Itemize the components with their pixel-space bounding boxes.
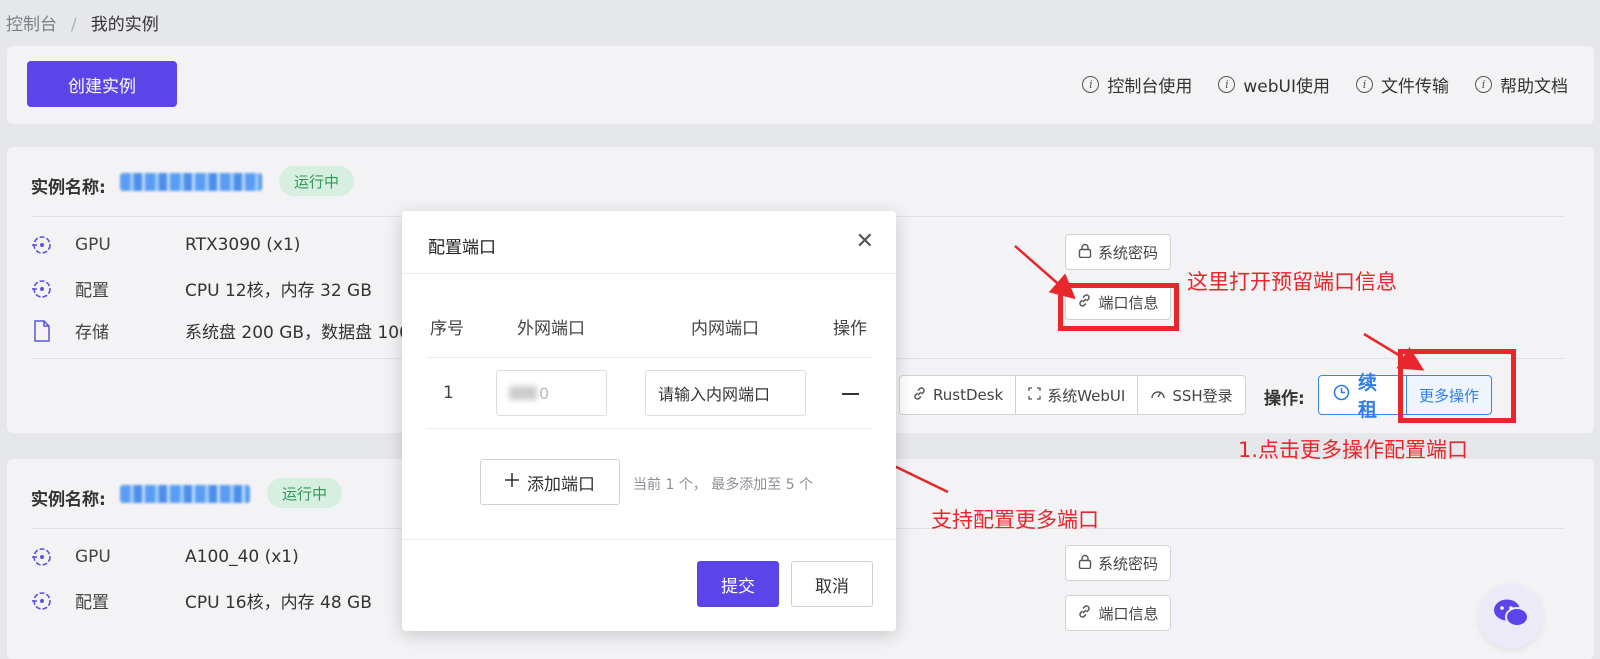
submit-button[interactable]: 提交	[697, 561, 779, 607]
add-port-button[interactable]: 添加端口	[480, 459, 620, 505]
col-header-internal: 内网端口	[691, 319, 759, 339]
dialog-header: 配置端口 ✕	[402, 211, 896, 274]
internal-port-placeholder: 请输入内网端口	[658, 385, 771, 404]
redacted-value	[509, 386, 537, 400]
chat-icon	[1493, 598, 1529, 632]
arrow-to-port-info	[1014, 245, 1076, 300]
configure-port-dialog: 配置端口 ✕ 序号 外网端口 内网端口 操作 1 0 请输入内网端口 添加端口 …	[402, 211, 896, 631]
col-header-no: 序号	[430, 319, 464, 339]
plus-icon	[505, 472, 519, 492]
close-icon[interactable]: ✕	[856, 231, 874, 253]
row-number: 1	[443, 383, 454, 403]
arrow-to-more-ops	[1363, 332, 1425, 371]
table-divider	[426, 357, 872, 358]
dialog-title: 配置端口	[428, 238, 496, 258]
external-port-input[interactable]: 0	[496, 370, 607, 416]
remove-row-button[interactable]	[842, 393, 859, 395]
port-count-hint: 当前 1 个， 最多添加至 5 个	[633, 477, 814, 493]
dialog-footer-divider	[402, 539, 896, 540]
col-header-action: 操作	[833, 319, 867, 339]
cancel-button[interactable]: 取消	[791, 561, 873, 607]
col-header-external: 外网端口	[517, 319, 585, 339]
table-divider	[426, 428, 872, 429]
button-label: 添加端口	[527, 474, 595, 495]
external-port-value: 0	[539, 383, 550, 403]
internal-port-input[interactable]: 请输入内网端口	[645, 370, 806, 416]
chat-float-button[interactable]	[1479, 584, 1543, 648]
